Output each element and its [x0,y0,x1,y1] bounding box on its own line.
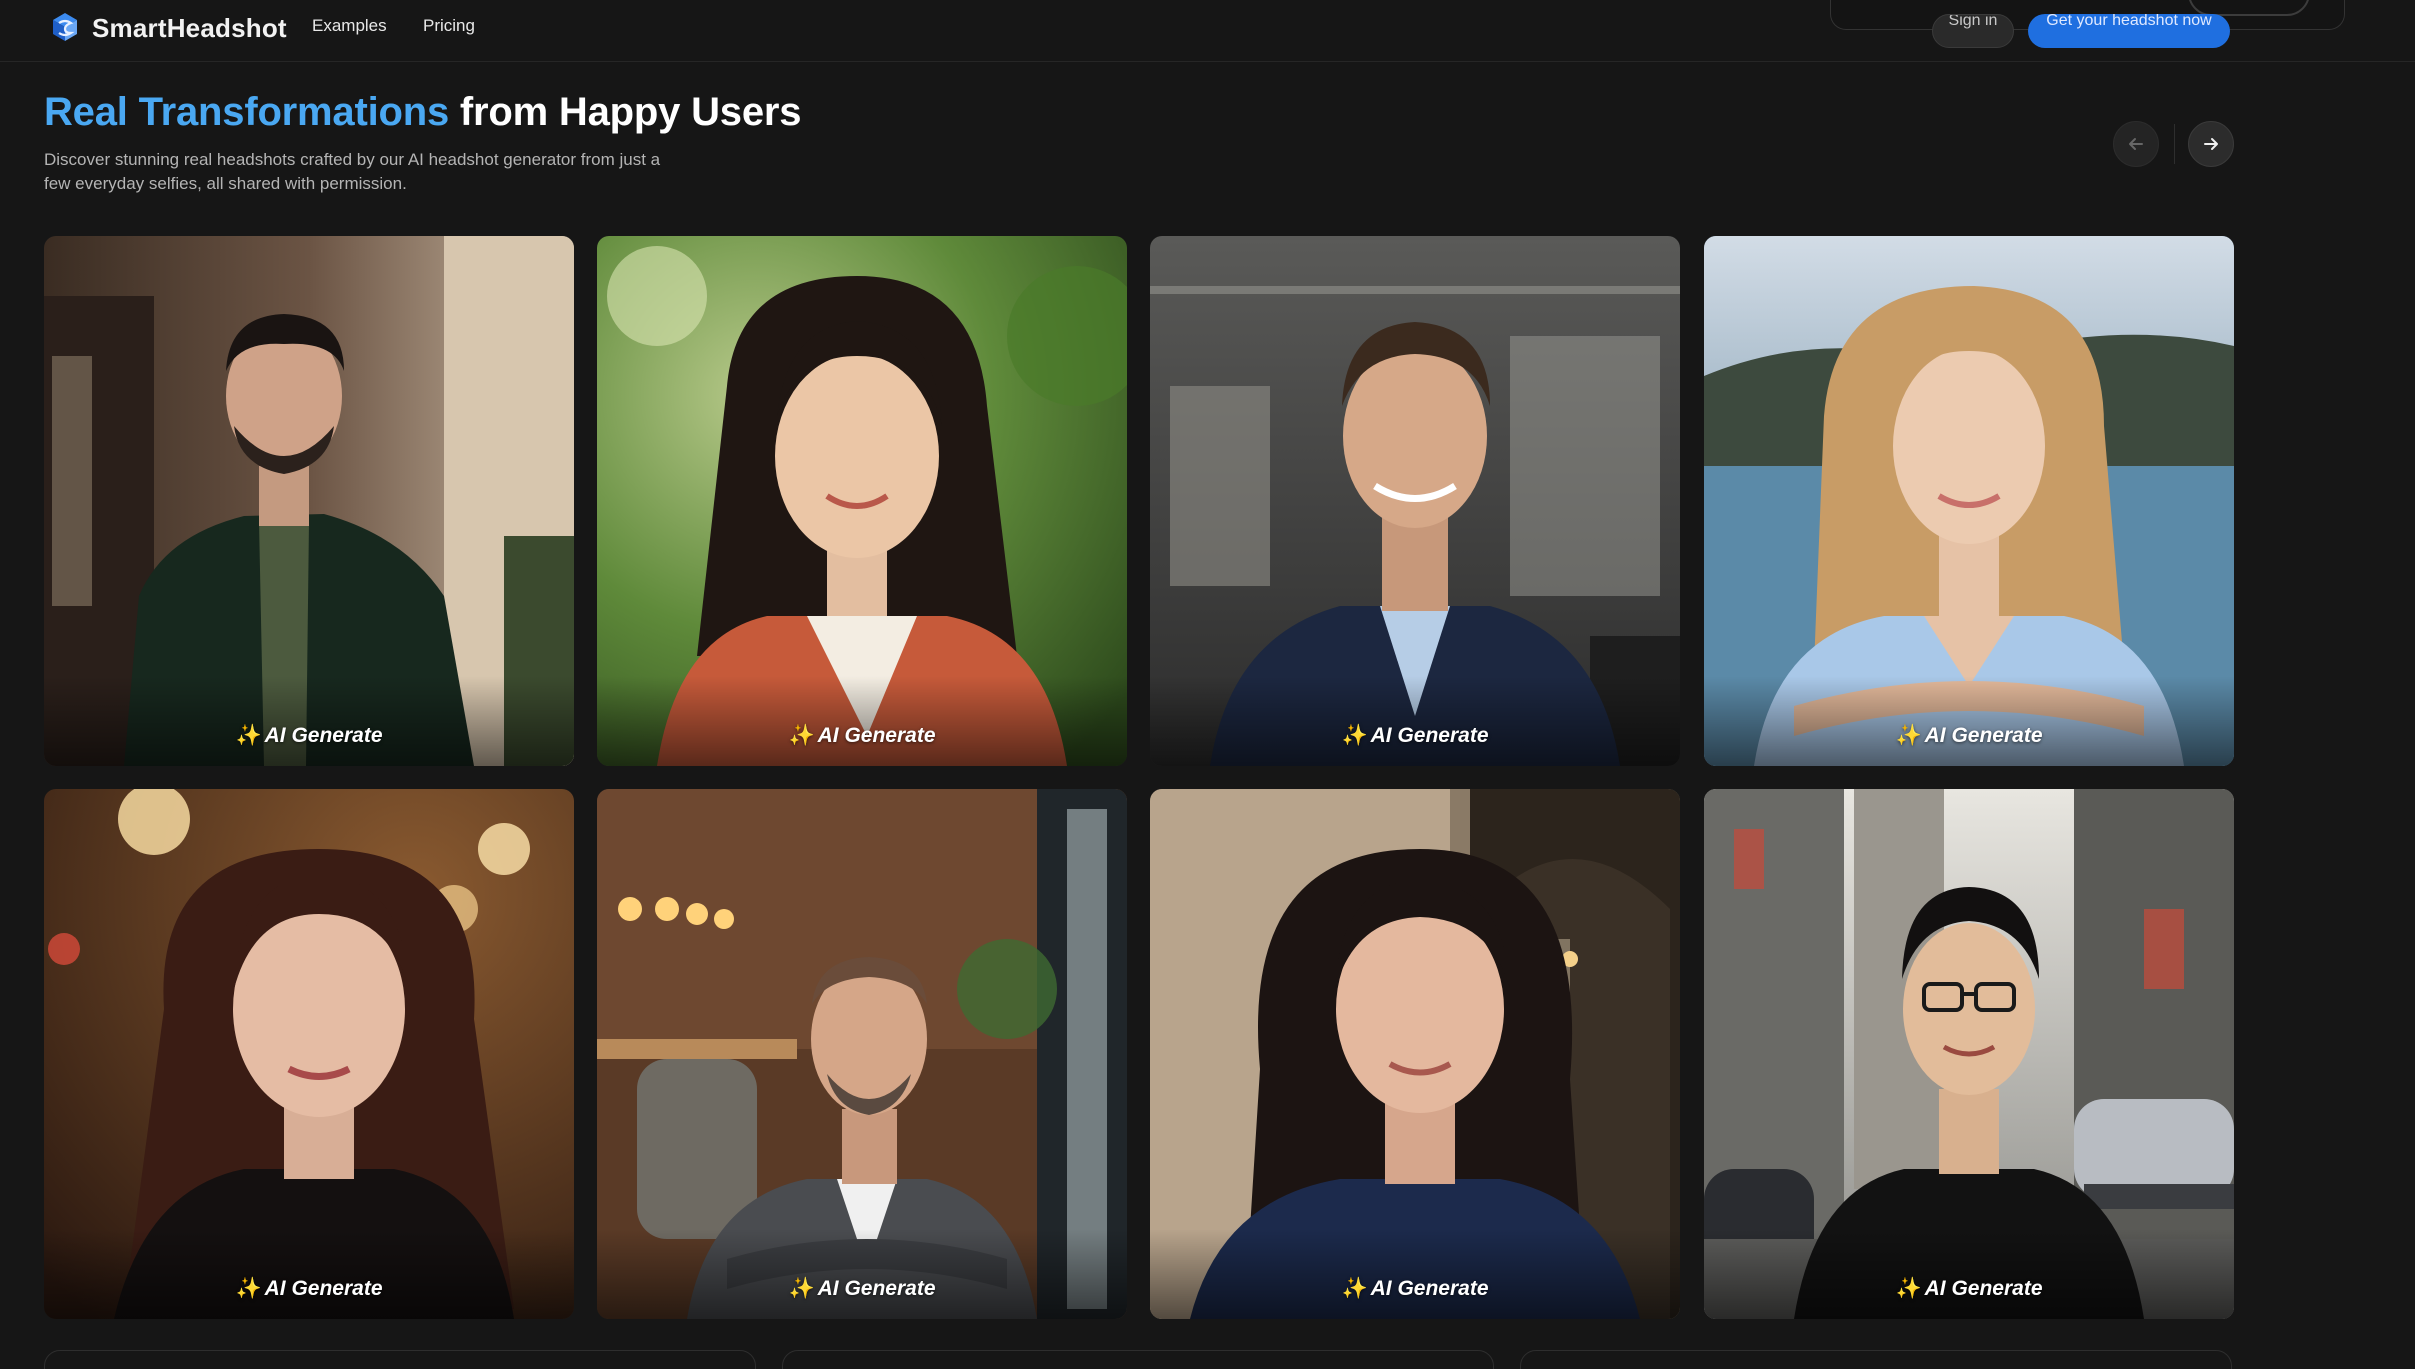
smartheadshot-logo-icon [53,13,77,41]
card-label-text: AI Generate [1924,1277,2043,1300]
ai-generate-label: ✨ AI Generate [597,724,1127,748]
card-gradient-overlay [597,676,1127,766]
sparkle-icon: ✨ [1341,724,1368,747]
ai-generate-label: ✨ AI Generate [1150,1277,1680,1301]
headshot-card[interactable]: ✨ AI Generate [44,789,574,1319]
sparkle-icon: ✨ [1895,1277,1922,1300]
next-section-card [1520,1350,2232,1369]
ai-generate-label: ✨ AI Generate [597,1277,1127,1301]
card-gradient-overlay [1150,1229,1680,1319]
arrow-right-icon [2204,138,2218,150]
headshot-card[interactable]: ✨ AI Generate [1150,236,1680,766]
section-title-accent: Real Transformations [44,90,450,134]
card-label-text: AI Generate [1370,1277,1489,1300]
sparkle-icon: ✨ [1341,1277,1368,1300]
sign-in-button[interactable]: Sign in [1932,14,2014,48]
next-section-card [44,1350,756,1369]
ai-generate-label: ✨ AI Generate [44,1277,574,1301]
nav-pricing-link[interactable]: Pricing [423,16,475,36]
card-label-text: AI Generate [817,1277,936,1300]
next-section-card [782,1350,1494,1369]
card-gradient-overlay [1704,1229,2234,1319]
sparkle-icon: ✨ [1895,724,1922,747]
card-label-text: AI Generate [817,724,936,747]
headshot-card[interactable]: ✨ AI Generate [597,236,1127,766]
get-headshot-button[interactable]: Get your headshot now [2028,14,2230,48]
sparkle-icon: ✨ [235,724,262,747]
ai-generate-label: ✨ AI Generate [1704,724,2234,748]
ai-generate-label: ✨ AI Generate [1150,724,1680,748]
card-gradient-overlay [597,1229,1127,1319]
nav-examples-link[interactable]: Examples [312,16,387,36]
card-label-text: AI Generate [1370,724,1489,747]
section-description: Discover stunning real headshots crafted… [44,150,661,193]
carousel-next-button[interactable] [2188,121,2234,167]
headshot-card[interactable]: ✨ AI Generate [597,789,1127,1319]
top-navigation-bar: SmartHeadshot Examples Pricing Sign in G… [0,0,2415,62]
card-gradient-overlay [1150,676,1680,766]
section-title-rest: from Happy Users [449,90,802,134]
sparkle-icon: ✨ [235,1277,262,1300]
carousel-divider [2174,124,2175,164]
get-headshot-label: Get your headshot now [2046,14,2212,29]
carousel-prev-button[interactable] [2113,121,2159,167]
sparkle-icon: ✨ [788,1277,815,1300]
card-label-text: AI Generate [264,1277,383,1300]
ai-generate-label: ✨ AI Generate [1704,1277,2234,1301]
headshot-card[interactable]: ✨ AI Generate [44,236,574,766]
sign-in-label: Sign in [1948,14,1998,29]
arrow-left-icon [2129,138,2143,150]
ai-generate-label: ✨ AI Generate [44,724,574,748]
sparkle-icon: ✨ [788,724,815,747]
card-label-text: AI Generate [1924,724,2043,747]
card-gradient-overlay [1704,676,2234,766]
headshot-gallery: ✨ AI Generate ✨ AI Generate ✨ AI Generat… [44,236,2234,1319]
card-gradient-overlay [44,676,574,766]
brand[interactable]: SmartHeadshot [48,10,287,46]
headshot-card[interactable]: ✨ AI Generate [1704,789,2234,1319]
brand-name: SmartHeadshot [92,12,287,43]
card-label-text: AI Generate [264,724,383,747]
headshot-card[interactable]: ✨ AI Generate [1704,236,2234,766]
headshot-card[interactable]: ✨ AI Generate [1150,789,1680,1319]
card-gradient-overlay [44,1229,574,1319]
section-title: Real Transformations from Happy Users [44,90,801,135]
